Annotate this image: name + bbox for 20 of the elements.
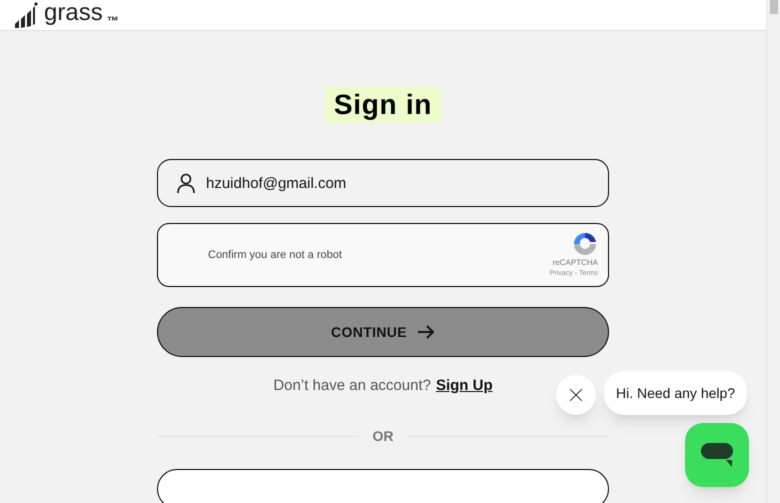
captcha-icon xyxy=(572,231,598,257)
logo-text: grass xyxy=(44,1,103,25)
signup-link[interactable]: Sign Up xyxy=(436,375,493,398)
continue-button[interactable]: CONTINUE xyxy=(157,307,609,357)
page-title: Sign in xyxy=(324,87,442,123)
captcha-label: Confirm you are not a robot xyxy=(208,248,343,263)
close-chat-button[interactable] xyxy=(556,375,596,415)
divider-label: OR xyxy=(372,426,394,446)
logo-icon xyxy=(14,2,38,28)
chat-message: Hi. Need any help? xyxy=(616,384,736,403)
trademark: ™ xyxy=(106,13,119,30)
captcha-brand: reCAPTCHA xyxy=(552,257,598,269)
chat-icon xyxy=(700,442,734,468)
social-button[interactable] xyxy=(157,468,609,503)
arrow-right-icon xyxy=(416,325,435,339)
close-icon xyxy=(570,389,582,401)
chat-button[interactable] xyxy=(685,423,749,487)
email-field[interactable]: hzuidhof@gmail.com xyxy=(157,159,609,207)
signup-prompt: Don’t have an account? xyxy=(273,376,431,396)
user-icon xyxy=(177,173,195,193)
